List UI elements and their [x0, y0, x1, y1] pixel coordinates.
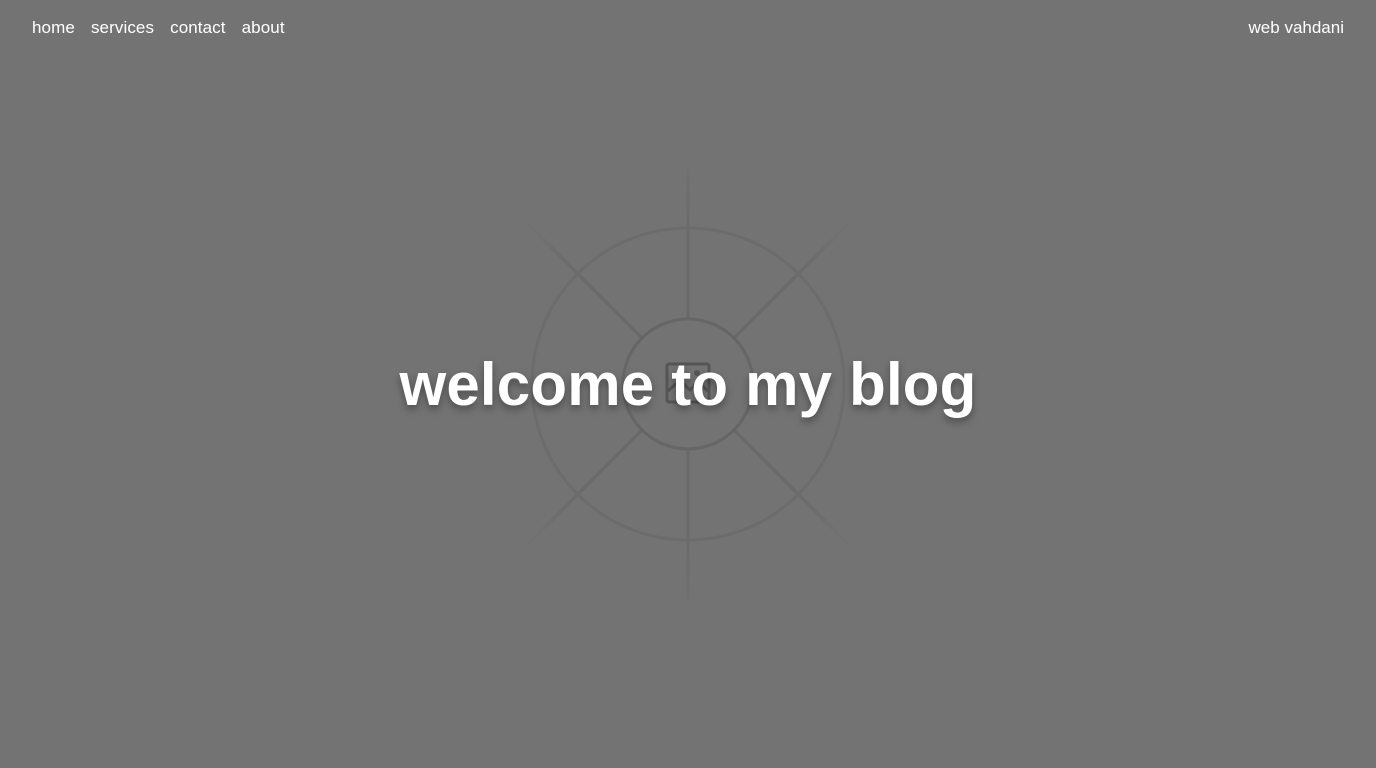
hero-ray-line — [732, 428, 900, 596]
nav-links: home services contact about — [32, 18, 285, 38]
site-brand[interactable]: web vahdani — [1249, 18, 1344, 38]
nav-link-contact[interactable]: contact — [170, 18, 226, 38]
hero-ray-line — [478, 428, 644, 594]
hero-ray-line — [478, 174, 644, 340]
nav-link-home[interactable]: home — [32, 18, 75, 38]
page: home services contact about web vahdani — [0, 0, 1376, 768]
top-navigation: home services contact about web vahdani — [0, 0, 1376, 56]
hero-ray-line — [732, 174, 898, 340]
nav-link-about[interactable]: about — [242, 18, 285, 38]
nav-link-services[interactable]: services — [91, 18, 154, 38]
hero-title: welcome to my blog — [399, 351, 977, 418]
